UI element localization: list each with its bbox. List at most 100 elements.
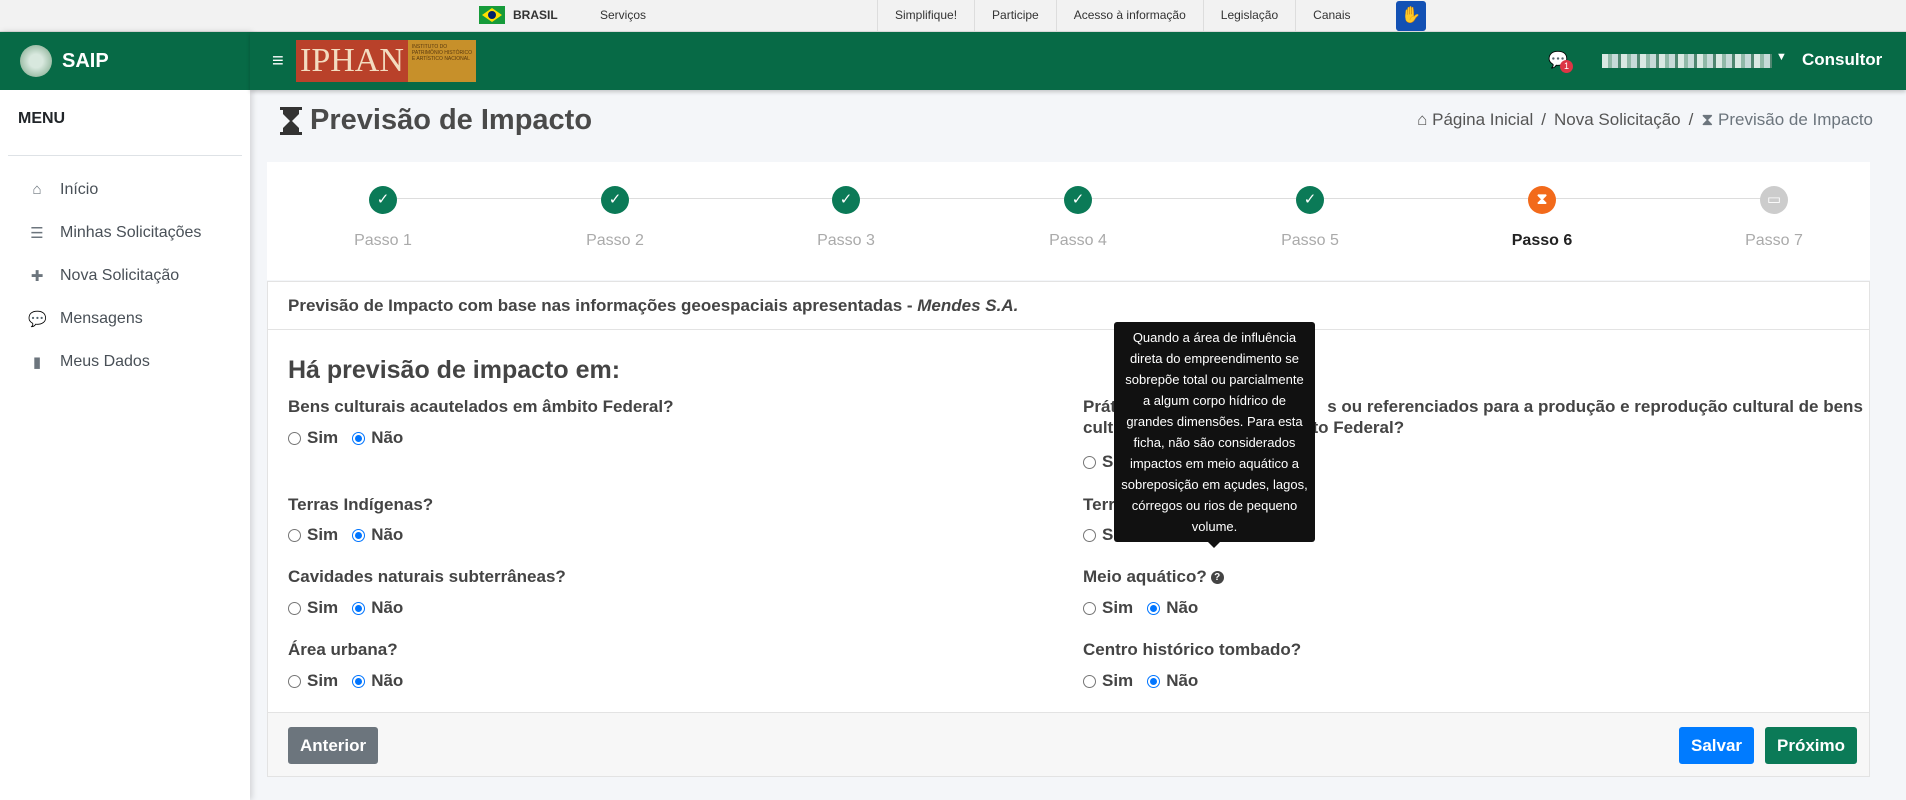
radio-ch-nao[interactable]: Não bbox=[1147, 671, 1198, 691]
sidebar-item-nova-solicitacao[interactable]: ✚ Nova Solicitação bbox=[0, 254, 250, 297]
stepper: ✓ Passo 1 ✓ Passo 2 ✓ Passo 3 ✓ Passo 4 … bbox=[267, 162, 1870, 280]
next-button[interactable]: Próximo bbox=[1765, 727, 1858, 764]
sidebar-item-inicio[interactable]: ⌂ Início bbox=[0, 168, 250, 211]
step-label: Passo 3 bbox=[817, 232, 875, 249]
sidebar-item-label: Meus Dados bbox=[60, 352, 150, 370]
radio-ch-sim[interactable]: Sim bbox=[1083, 671, 1133, 691]
radio-label: Sim bbox=[307, 525, 339, 544]
user-role[interactable]: Consultor bbox=[1802, 50, 1882, 70]
previous-button[interactable]: Anterior bbox=[288, 727, 379, 764]
breadcrumb-home[interactable]: ⌂ Página Inicial bbox=[1417, 110, 1533, 130]
step-label: Passo 1 bbox=[354, 232, 412, 249]
question-circle-icon[interactable]: ? bbox=[1210, 571, 1224, 585]
radio-label: Não bbox=[371, 598, 404, 617]
step-1[interactable]: ✓ Passo 1 bbox=[323, 186, 443, 250]
user-name-redacted[interactable] bbox=[1602, 54, 1772, 68]
radio-button[interactable] bbox=[352, 601, 366, 615]
save-button[interactable]: Salvar bbox=[1679, 727, 1755, 764]
radio-ti-nao[interactable]: Não bbox=[352, 525, 403, 545]
radio-button[interactable] bbox=[1147, 601, 1161, 615]
step-3[interactable]: ✓ Passo 3 bbox=[786, 186, 906, 250]
step-5[interactable]: ✓ Passo 5 bbox=[1250, 186, 1370, 250]
form-heading: Há previsão de impacto em: bbox=[288, 356, 621, 384]
step-2[interactable]: ✓ Passo 2 bbox=[555, 186, 675, 250]
gov-link-simplifique[interactable]: Simplifique! bbox=[877, 0, 974, 32]
question-meio-aquatico: Meio aquático?? bbox=[1083, 566, 1224, 587]
radio-cav-sim[interactable]: Sim bbox=[288, 598, 338, 618]
radio-ti-sim[interactable]: Sim bbox=[288, 525, 338, 545]
radio-au-nao[interactable]: Não bbox=[352, 671, 403, 691]
question-bens: Bens culturais acautelados em âmbito Fed… bbox=[288, 397, 674, 416]
radio-button[interactable] bbox=[352, 674, 366, 688]
radio-label: Sim bbox=[307, 671, 339, 690]
brand[interactable]: SAIP bbox=[0, 32, 250, 90]
step-label: Passo 4 bbox=[1049, 232, 1107, 249]
comments-icon: 💬 bbox=[28, 310, 47, 328]
gov-link-acesso[interactable]: Acesso à informação bbox=[1055, 0, 1203, 32]
radio-ma-sim[interactable]: Sim bbox=[1083, 598, 1133, 618]
radio-group-bens: Sim Não bbox=[288, 428, 403, 448]
brasil-link[interactable]: BRASIL bbox=[479, 6, 558, 24]
accessibility-icon[interactable]: ✋ bbox=[1396, 1, 1426, 31]
home-icon: ⌂ bbox=[32, 181, 42, 198]
check-icon: ✓ bbox=[601, 186, 629, 214]
impact-form-card: Previsão de Impacto com base nas informa… bbox=[267, 281, 1870, 777]
card-footer: Anterior Salvar Próximo bbox=[268, 712, 1869, 776]
sidebar-item-label: Minhas Solicitações bbox=[60, 223, 202, 241]
radio-button[interactable] bbox=[352, 528, 366, 542]
gov-link-participe[interactable]: Participe bbox=[974, 0, 1056, 32]
radio-button[interactable] bbox=[288, 601, 301, 615]
step-label: Passo 5 bbox=[1281, 232, 1339, 249]
radio-label: Não bbox=[1166, 671, 1199, 690]
radio-button[interactable] bbox=[288, 674, 301, 688]
breadcrumb-separator: / bbox=[1541, 110, 1546, 129]
servicos-link[interactable]: Serviços bbox=[600, 8, 646, 22]
radio-label: Não bbox=[371, 525, 404, 544]
breadcrumb-home-label: Página Inicial bbox=[1432, 110, 1534, 129]
radio-group-cavidades: Sim Não bbox=[288, 598, 403, 618]
radio-button[interactable] bbox=[288, 431, 301, 445]
radio-ma-nao[interactable]: Não bbox=[1147, 598, 1198, 618]
radio-button[interactable] bbox=[288, 528, 301, 542]
messages-badge: 1 bbox=[1560, 60, 1573, 73]
step-4[interactable]: ✓ Passo 4 bbox=[1018, 186, 1138, 250]
radio-au-sim[interactable]: Sim bbox=[288, 671, 338, 691]
radio-button[interactable] bbox=[1147, 674, 1161, 688]
check-icon: ✓ bbox=[832, 186, 860, 214]
radio-bens-nao[interactable]: Não bbox=[352, 428, 403, 448]
sidebar-item-label: Nova Solicitação bbox=[60, 266, 180, 284]
step-7[interactable]: ▭ Passo 7 bbox=[1714, 186, 1834, 250]
sidebar-item-mensagens[interactable]: 💬 Mensagens bbox=[0, 297, 250, 340]
breadcrumb-separator: / bbox=[1688, 110, 1694, 129]
plus-icon: ✚ bbox=[30, 267, 44, 285]
breadcrumb-nova[interactable]: Nova Solicitação bbox=[1554, 110, 1681, 130]
sidebar-item-label: Início bbox=[60, 180, 99, 198]
step-6[interactable]: ⧗ Passo 6 bbox=[1482, 186, 1602, 250]
gov-link-canais[interactable]: Canais bbox=[1295, 0, 1367, 32]
radio-button[interactable] bbox=[352, 431, 366, 445]
sidebar-item-minhas-solicitacoes[interactable]: ☰ Minhas Solicitações bbox=[0, 211, 250, 254]
radio-button[interactable] bbox=[1083, 674, 1096, 688]
saip-logo-icon bbox=[20, 45, 52, 77]
hourglass-icon: ⧗ bbox=[1701, 110, 1714, 129]
radio-button[interactable] bbox=[1083, 601, 1096, 615]
meio-aquatico-tooltip: Quando a área de influência direta do em… bbox=[1114, 322, 1315, 548]
hamburger-menu-icon[interactable]: ≡ bbox=[272, 50, 284, 73]
check-icon: ✓ bbox=[369, 186, 397, 214]
sidebar-item-meus-dados[interactable]: ▮ Meus Dados bbox=[0, 340, 250, 383]
radio-button[interactable] bbox=[1083, 455, 1096, 469]
brasil-label: BRASIL bbox=[513, 8, 558, 22]
radio-bens-sim[interactable]: Sim bbox=[288, 428, 338, 448]
question-meio-aquatico-label: Meio aquático? bbox=[1083, 567, 1207, 586]
messages-icon[interactable]: 💬 1 bbox=[1548, 50, 1573, 73]
radio-label: Não bbox=[371, 428, 404, 447]
radio-cav-nao[interactable]: Não bbox=[352, 598, 403, 618]
file-icon: ▭ bbox=[1760, 186, 1788, 214]
question-centro-historico: Centro histórico tombado? bbox=[1083, 640, 1302, 659]
gov-link-legislacao[interactable]: Legislação bbox=[1202, 0, 1295, 32]
file-icon: ▮ bbox=[32, 353, 42, 371]
chevron-down-icon[interactable]: ▼ bbox=[1776, 51, 1787, 63]
step-label: Passo 2 bbox=[586, 232, 644, 249]
check-icon: ✓ bbox=[1296, 186, 1324, 214]
radio-button[interactable] bbox=[1083, 528, 1096, 542]
